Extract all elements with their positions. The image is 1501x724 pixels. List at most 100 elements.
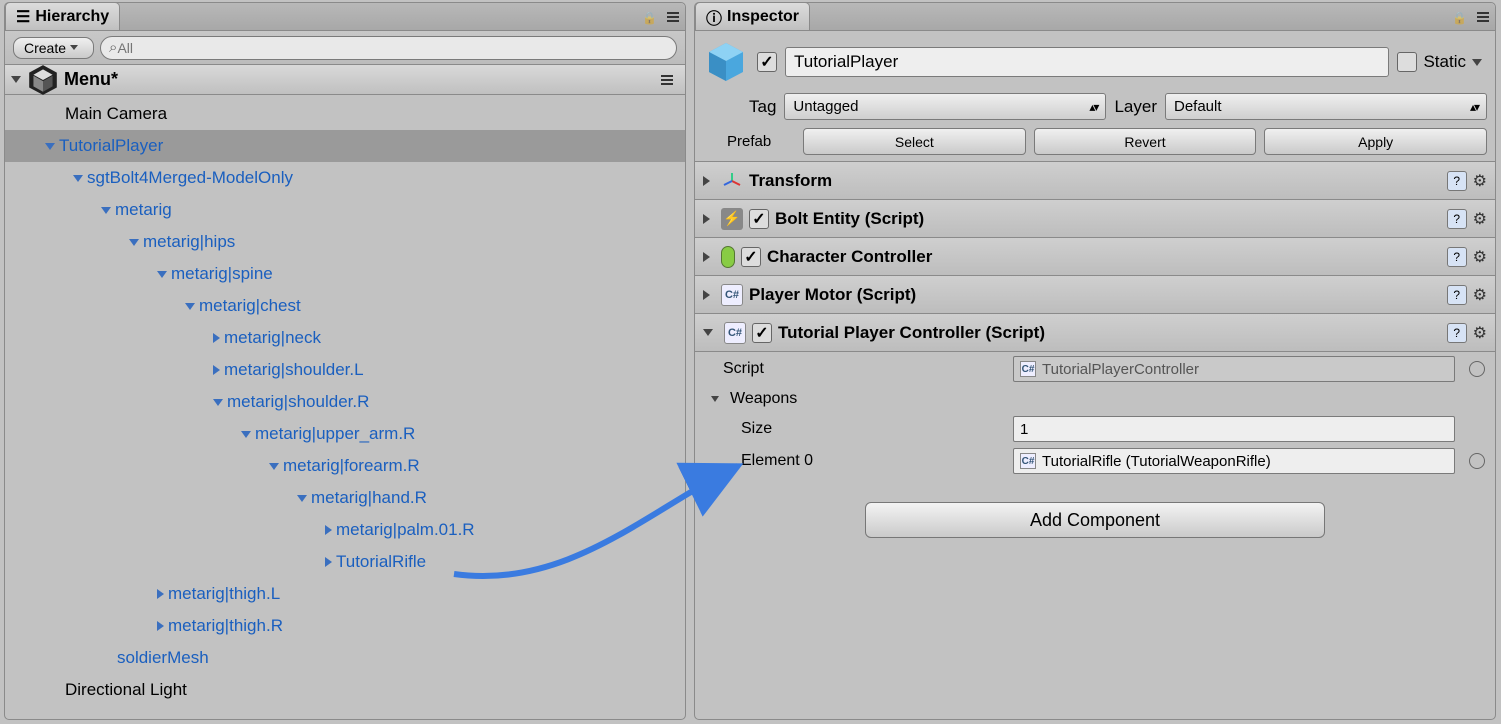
tree-item-soldier-mesh[interactable]: soldierMesh [5,642,685,674]
static-checkbox[interactable] [1397,52,1417,72]
lock-icon[interactable] [1452,9,1467,25]
size-field[interactable]: 1 [1013,416,1455,442]
chevron-down-icon [157,271,167,278]
chevron-down-icon [185,303,195,310]
gear-icon[interactable]: ⚙ [1473,171,1487,191]
chevron-down-icon [711,396,719,402]
tree-item-neck[interactable]: metarig|neck [5,322,685,354]
search-input[interactable] [117,40,668,56]
tree-item-tutorial-rifle[interactable]: TutorialRifle [5,546,685,578]
gear-icon[interactable]: ⚙ [1473,247,1487,267]
static-toggle[interactable]: Static [1397,52,1487,72]
prefab-revert-button[interactable]: Revert [1034,128,1257,155]
tree-item-directional-light[interactable]: Directional Light [5,674,685,706]
tree-item-chest[interactable]: metarig|chest [5,290,685,322]
scene-header[interactable]: Menu* [5,65,685,95]
tree-item-spine[interactable]: metarig|spine [5,258,685,290]
component-bolt-entity[interactable]: ⚡ Bolt Entity (Script) ?⚙ [695,200,1495,238]
component-transform[interactable]: Transform ?⚙ [695,162,1495,200]
component-title: Player Motor (Script) [749,285,916,305]
element0-property: Element 0 C# TutorialRifle (TutorialWeap… [705,448,1485,474]
tree-item-thigh-l[interactable]: metarig|thigh.L [5,578,685,610]
tree-item-metarig[interactable]: metarig [5,194,685,226]
help-icon[interactable]: ? [1447,171,1467,191]
gameobject-name-input[interactable] [785,47,1389,77]
size-label: Size [705,420,1005,438]
prefab-apply-button[interactable]: Apply [1264,128,1487,155]
tree-label: metarig|chest [199,296,301,316]
script-icon: C# [721,284,743,306]
hierarchy-toolbar: Create [5,31,685,65]
gear-icon[interactable]: ⚙ [1473,323,1487,343]
script-property: Script C# TutorialPlayerController [705,356,1485,382]
tree-label: metarig|thigh.L [168,584,280,604]
panel-menu-icon[interactable] [1477,12,1489,22]
create-button[interactable]: Create [13,37,94,59]
element0-field[interactable]: C# TutorialRifle (TutorialWeaponRifle) [1013,448,1455,474]
tree-label: TutorialPlayer [59,136,163,156]
tree-label: metarig|palm.01.R [336,520,475,540]
tree-label: metarig|hips [143,232,235,252]
tree-label: sgtBolt4Merged-ModelOnly [87,168,293,188]
tree-item-shoulder-l[interactable]: metarig|shoulder.L [5,354,685,386]
tag-dropdown[interactable]: Untagged ▴▾ [784,93,1106,120]
add-component-button[interactable]: Add Component [865,502,1325,538]
object-picker-icon[interactable] [1469,361,1485,377]
gear-icon[interactable]: ⚙ [1473,285,1487,305]
inspector-tab[interactable]: ⓘ Inspector [695,2,810,30]
component-character-controller[interactable]: Character Controller ?⚙ [695,238,1495,276]
tree-item-model[interactable]: sgtBolt4Merged-ModelOnly [5,162,685,194]
tree-item-tutorial-player[interactable]: TutorialPlayer [5,130,685,162]
tree-item-forearm-r[interactable]: metarig|forearm.R [5,450,685,482]
chevron-right-icon [325,557,332,567]
hierarchy-tab[interactable]: ☰ Hierarchy [5,2,120,30]
chevron-down-icon [703,329,713,336]
weapons-foldout[interactable]: Weapons [705,388,1485,410]
component-tutorial-player-controller[interactable]: C# Tutorial Player Controller (Script) ?… [695,314,1495,352]
bolt-icon: ⚡ [721,208,743,230]
size-property: Size 1 [705,416,1485,442]
tree-item-main-camera[interactable]: Main Camera [5,98,685,130]
help-icon[interactable]: ? [1447,209,1467,229]
chevron-right-icon [157,589,164,599]
chevron-down-icon [70,45,78,50]
chevron-down-icon [213,399,223,406]
tree-label: metarig|shoulder.R [227,392,369,412]
inspector-tab-label: Inspector [727,8,799,26]
tree-label: metarig|forearm.R [283,456,420,476]
lock-icon[interactable] [642,9,657,25]
help-icon[interactable]: ? [1447,247,1467,267]
tree-item-hand-r[interactable]: metarig|hand.R [5,482,685,514]
object-picker-icon[interactable] [1469,453,1485,469]
prefab-cube-icon [703,39,749,85]
tree-label: metarig|neck [224,328,321,348]
inspector-body: Static Tag Untagged ▴▾ Layer Default ▴▾ … [695,31,1495,719]
help-icon[interactable]: ? [1447,285,1467,305]
static-label: Static [1423,52,1466,72]
tree-item-shoulder-r[interactable]: metarig|shoulder.R [5,386,685,418]
hierarchy-search[interactable] [100,36,677,60]
layer-dropdown[interactable]: Default ▴▾ [1165,93,1487,120]
script-field: C# TutorialPlayerController [1013,356,1455,382]
gear-icon[interactable]: ⚙ [1473,209,1487,229]
tree-item-hips[interactable]: metarig|hips [5,226,685,258]
gameobject-enabled-checkbox[interactable] [757,52,777,72]
component-enabled-checkbox[interactable] [741,247,761,267]
hierarchy-tab-label: Hierarchy [35,8,109,26]
layer-value: Default [1174,98,1222,115]
tree-item-palm01-r[interactable]: metarig|palm.01.R [5,514,685,546]
tree-item-thigh-r[interactable]: metarig|thigh.R [5,610,685,642]
tree-item-upper-arm-r[interactable]: metarig|upper_arm.R [5,418,685,450]
component-player-motor[interactable]: C# Player Motor (Script) ? ⚙ [695,276,1495,314]
component-enabled-checkbox[interactable] [749,209,769,229]
panel-menu-icon[interactable] [667,12,679,22]
tpc-body: Script C# TutorialPlayerController Weapo… [695,352,1495,484]
chevron-down-icon [1472,59,1482,66]
chevron-down-icon [11,76,21,83]
tree-label: soldierMesh [117,648,209,668]
prefab-select-button[interactable]: Select [803,128,1026,155]
help-icon[interactable]: ? [1447,323,1467,343]
scene-menu-icon[interactable] [661,75,673,85]
hierarchy-panel: ☰ Hierarchy Create Menu* Main Camera Tut… [4,2,686,720]
component-enabled-checkbox[interactable] [752,323,772,343]
